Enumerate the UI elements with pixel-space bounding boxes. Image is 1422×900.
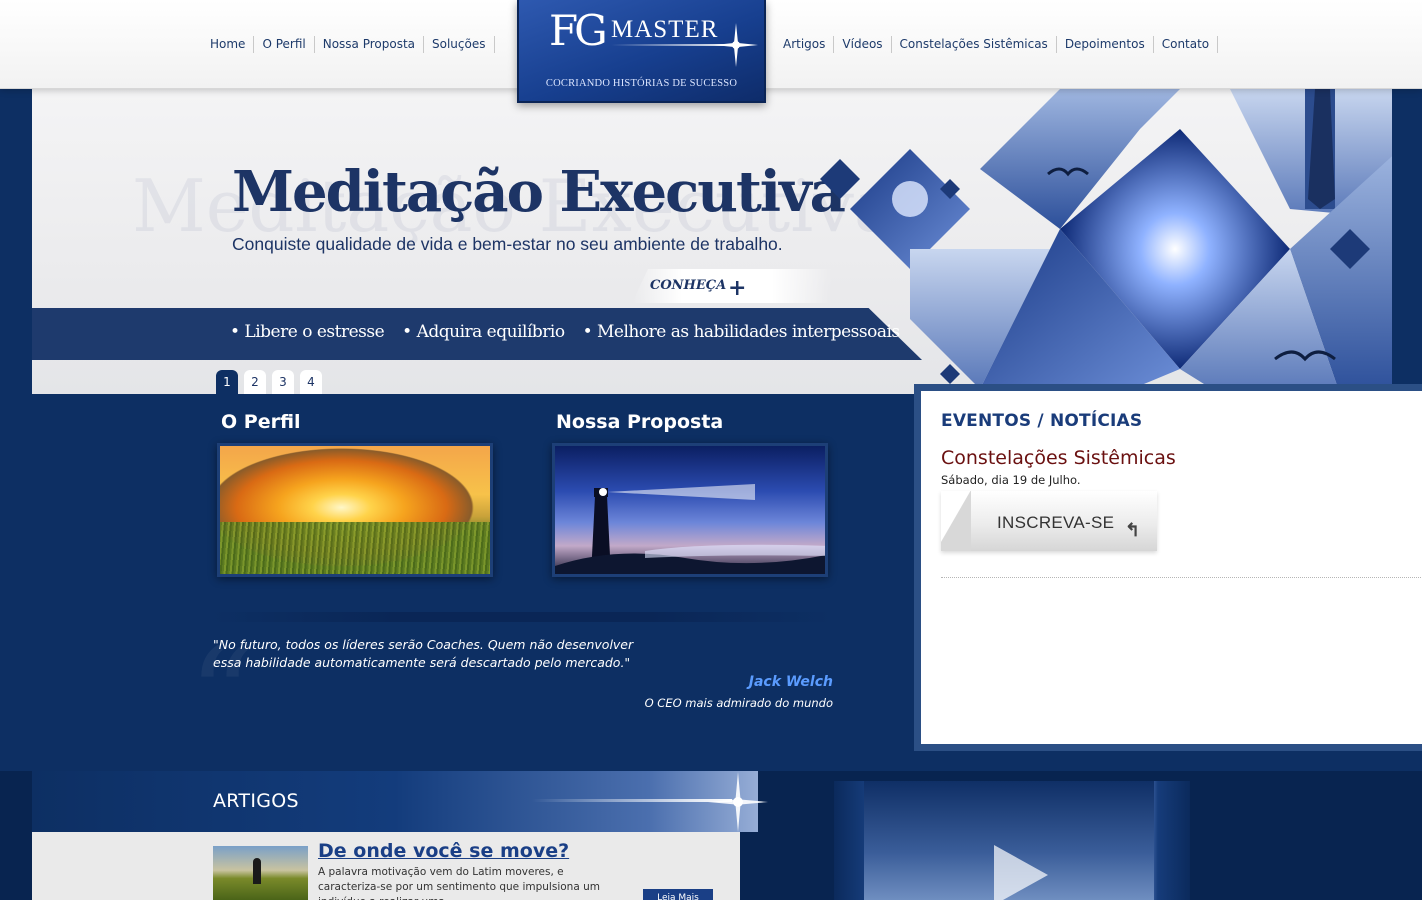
section-divider	[212, 612, 832, 622]
plus-icon: +	[728, 275, 747, 301]
streak-decoration	[532, 799, 732, 802]
o-perfil-image[interactable]	[217, 443, 493, 577]
grass-decoration	[220, 522, 490, 574]
event-title[interactable]: Constelações Sistêmicas	[941, 447, 1176, 469]
inscreva-se-label: INSCREVA-SE	[997, 513, 1115, 532]
nossa-proposta-image[interactable]	[552, 443, 828, 577]
quote-text: "No futuro, todos os líderes serão Coach…	[213, 637, 634, 670]
nav-o-perfil[interactable]: O Perfil	[254, 36, 315, 53]
articles-heading: ARTIGOS	[213, 790, 299, 812]
card-title-nossa-proposta[interactable]: Nossa Proposta	[556, 411, 723, 433]
logo-fg: FG	[549, 6, 608, 55]
articles-header-bar: ARTIGOS	[32, 771, 768, 832]
conheca-button[interactable]: CONHEÇA +	[632, 269, 832, 303]
pager-button-4[interactable]: 4	[300, 370, 322, 394]
hero-bullets: • Libere o estresse • Adquira equilíbrio…	[230, 322, 900, 342]
bullet-item: • Adquira equilíbrio	[402, 322, 565, 342]
quote-author: Jack Welch	[748, 674, 833, 690]
card-title-o-perfil[interactable]: O Perfil	[221, 411, 301, 433]
star-icon	[714, 23, 758, 67]
site-logo[interactable]: FG MASTER COCRIANDO HISTÓRIAS DE SUCESSO	[517, 0, 766, 103]
bullet-item: • Libere o estresse	[230, 322, 385, 342]
nav-home[interactable]: Home	[202, 36, 255, 53]
nav-artigos[interactable]: Artigos	[775, 36, 835, 53]
events-separator	[941, 577, 1421, 578]
nav-depoimentos[interactable]: Depoimentos	[1057, 36, 1154, 53]
nav-contato[interactable]: Contato	[1154, 36, 1219, 53]
hero-banner: Meditação Executiva Meditação Executiva …	[32, 89, 1392, 394]
hero-subtitle: Conquiste qualidade de vida e bem-estar …	[232, 234, 783, 254]
pager-button-1[interactable]: 1	[216, 370, 238, 394]
arrow-icon: ↰	[1125, 520, 1141, 540]
star-icon	[708, 772, 768, 832]
article-thumbnail[interactable]	[213, 846, 308, 900]
logo-tagline: COCRIANDO HISTÓRIAS DE SUCESSO	[545, 78, 738, 89]
lighthouse-illustration	[555, 484, 825, 574]
pager-button-2[interactable]: 2	[244, 370, 266, 394]
events-panel: EVENTOS / NOTÍCIAS Constelações Sistêmic…	[914, 384, 1422, 751]
events-heading: EVENTOS / NOTÍCIAS	[941, 411, 1143, 431]
person-silhouette	[253, 858, 261, 884]
article-title-link[interactable]: De onde você se move?	[318, 840, 569, 862]
hero-title: Meditação Executiva	[232, 159, 846, 225]
main-nav-right: Artigos Vídeos Constelações Sistêmicas D…	[775, 36, 1219, 53]
slide-pager: 1 2 3 4	[216, 370, 322, 394]
quote-author-description: O CEO mais admirado do mundo	[644, 696, 833, 710]
play-icon[interactable]	[994, 845, 1048, 900]
hero-mosaic-image	[820, 89, 1392, 394]
main-nav-left: Home O Perfil Nossa Proposta Soluções	[202, 36, 495, 53]
nav-nossa-proposta[interactable]: Nossa Proposta	[315, 36, 425, 53]
video-player[interactable]	[834, 781, 1190, 900]
nav-constelacoes[interactable]: Constelações Sistêmicas	[892, 36, 1057, 53]
inscreva-se-button[interactable]: INSCREVA-SE ↰	[941, 491, 1157, 551]
event-date: Sábado, dia 19 de Julho.	[941, 473, 1081, 487]
conheca-label: CONHEÇA	[650, 278, 727, 293]
leia-mais-button[interactable]: Leia Mais	[643, 889, 713, 900]
logo-master: MASTER	[611, 16, 719, 43]
article-excerpt: A palavra motivação vem do Latim moveres…	[318, 866, 600, 900]
pager-button-3[interactable]: 3	[272, 370, 294, 394]
nav-solucoes[interactable]: Soluções	[424, 36, 495, 53]
nav-videos[interactable]: Vídeos	[834, 36, 892, 53]
events-panel-inner: EVENTOS / NOTÍCIAS Constelações Sistêmic…	[921, 391, 1422, 744]
